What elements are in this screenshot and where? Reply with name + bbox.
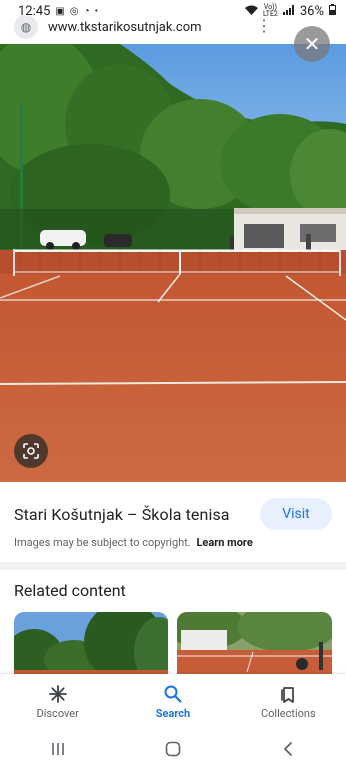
copyright-notice: Images may be subject to copyright. Lear… [14,536,253,549]
visit-button[interactable]: Visit [260,498,332,530]
result-title-row: Stari Košutnjak – Škola tenisa Visit [14,496,332,532]
nav-search[interactable]: Search [123,684,223,720]
related-thumbnail[interactable] [14,612,168,682]
status-left: 12:45 ▣ ◎ ◔ • [18,4,98,19]
bookmarks-icon [281,687,295,703]
chat-icon: ◔ [83,5,90,17]
dot-icon: • [94,5,98,17]
nav-discover-label: Discover [36,707,79,720]
close-button[interactable]: ✕ [294,26,330,62]
hero-image[interactable] [0,44,346,482]
nav-discover[interactable]: Discover [8,684,108,720]
back-button[interactable] [268,734,308,764]
home-icon [165,741,181,757]
battery-icon [329,4,336,18]
copyright-text: Images may be subject to copyright. [14,536,191,549]
volte-bottom: LTE2 [262,10,278,18]
screen: 12:45 ▣ ◎ ◔ • Vo)) LTE2 36% ◍ www.tkstar… [0,0,346,768]
related-thumbnail[interactable] [177,612,332,682]
google-lens-button[interactable] [14,434,48,468]
nav-search-label: Search [155,707,191,720]
messenger-icon: ◎ [69,5,79,17]
bottom-navigation: Discover Search Collections [0,674,346,730]
nav-collections[interactable]: Collections [238,684,338,720]
related-thumbnail-image [177,612,332,682]
asterisk-icon [48,685,67,703]
system-navigation-bar [0,730,346,768]
status-right: Vo)) LTE2 36% [244,3,336,19]
learn-more-link[interactable]: Learn more [196,536,252,549]
volte-indicator: Vo)) LTE2 [263,4,278,18]
clock: 12:45 [18,3,51,19]
image-icon: ▣ [55,5,65,17]
nav-collections-label: Collections [260,707,316,720]
google-lens-icon [23,443,39,459]
tennis-court-illustration [0,44,346,482]
recent-apps-icon [51,743,64,755]
recent-apps-button[interactable] [38,734,78,764]
wifi-icon [244,5,258,18]
result-title[interactable]: Stari Košutnjak – Škola tenisa [14,505,230,524]
battery-percent: 36% [299,3,324,19]
section-divider [0,562,346,570]
back-chevron-icon [284,742,293,756]
related-thumbnail-image [14,612,168,682]
signal-icon [282,4,295,18]
home-button[interactable] [153,734,193,764]
close-icon: ✕ [303,32,321,56]
related-content-heading: Related content [14,581,126,600]
search-icon [164,685,182,703]
status-bar: 12:45 ▣ ◎ ◔ • Vo)) LTE2 36% [0,0,346,22]
